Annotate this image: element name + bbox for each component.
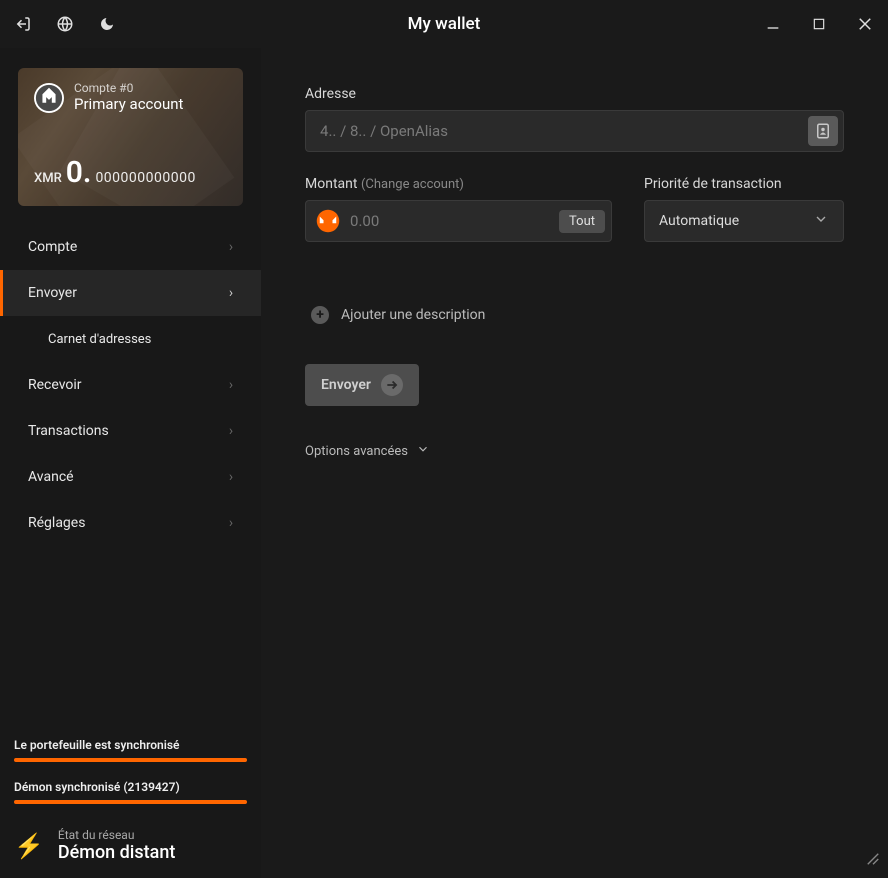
account-name: Primary account xyxy=(74,96,183,113)
priority-field: Priorité de transaction Automatique xyxy=(644,176,844,242)
send-button[interactable]: Envoyer xyxy=(305,364,419,406)
bolt-icon: ⚡ xyxy=(14,832,44,860)
amount-field: Montant (Change account) Tout xyxy=(305,176,612,242)
advanced-options-label: Options avancées xyxy=(305,444,408,459)
nav-compte[interactable]: Compte › xyxy=(0,224,261,270)
nav-label: Envoyer xyxy=(28,285,77,301)
maximize-icon[interactable] xyxy=(810,15,828,33)
minimize-icon[interactable] xyxy=(764,15,782,33)
nav-label: Carnet d'adresses xyxy=(48,332,151,347)
nav-reglages[interactable]: Réglages › xyxy=(0,500,261,546)
network-status[interactable]: ⚡ État du réseau Démon distant xyxy=(14,822,247,864)
chevron-down-icon xyxy=(416,442,430,460)
monero-logo-icon xyxy=(34,83,64,113)
send-button-label: Envoyer xyxy=(321,377,371,393)
address-input[interactable] xyxy=(305,110,844,152)
sidebar: Compte #0 Primary account XMR 0. 0000000… xyxy=(0,48,261,878)
wallet-sync-bar xyxy=(14,758,247,762)
nav-label: Recevoir xyxy=(28,377,82,393)
nav-recevoir[interactable]: Recevoir › xyxy=(0,362,261,408)
chevron-right-icon: › xyxy=(229,515,233,531)
nav-avance[interactable]: Avancé › xyxy=(0,454,261,500)
all-button[interactable]: Tout xyxy=(559,210,605,233)
add-description-button[interactable]: + Ajouter une description xyxy=(311,306,844,324)
logout-icon[interactable] xyxy=(14,15,32,33)
plus-icon: + xyxy=(311,306,329,324)
nav-label: Compte xyxy=(28,239,77,255)
window-title: My wallet xyxy=(408,14,481,34)
account-number: Compte #0 xyxy=(74,82,183,96)
balance-integer: 0. xyxy=(66,155,92,190)
resize-grip-icon[interactable] xyxy=(866,851,880,870)
amount-input[interactable] xyxy=(340,212,559,230)
address-field: Adresse xyxy=(305,86,844,152)
close-icon[interactable] xyxy=(856,15,874,33)
chevron-right-icon: › xyxy=(229,423,233,439)
amount-label: Montant (Change account) xyxy=(305,176,612,192)
address-book-button[interactable] xyxy=(808,116,838,146)
chevron-down-icon xyxy=(813,211,829,231)
titlebar-left-controls xyxy=(14,15,116,33)
nav-envoyer[interactable]: Envoyer › xyxy=(0,270,261,316)
daemon-sync-status: Démon synchronisé (2139427) xyxy=(14,780,247,804)
address-label: Adresse xyxy=(305,86,844,102)
nav-label: Avancé xyxy=(28,469,74,485)
wallet-sync-label: Le portefeuille est synchronisé xyxy=(14,738,247,752)
priority-value: Automatique xyxy=(659,213,739,229)
chevron-right-icon: › xyxy=(229,285,233,301)
titlebar: My wallet xyxy=(0,0,888,48)
content-pane: Adresse Montant (Change account) xyxy=(261,48,888,878)
nav-carnet[interactable]: Carnet d'adresses xyxy=(0,316,261,362)
chevron-right-icon: › xyxy=(229,469,233,485)
monero-icon xyxy=(316,209,340,233)
wallet-sync-status: Le portefeuille est synchronisé xyxy=(14,738,247,762)
daemon-sync-label: Démon synchronisé (2139427) xyxy=(14,780,247,794)
network-status-label: État du réseau xyxy=(58,828,175,842)
moon-icon[interactable] xyxy=(98,15,116,33)
contact-icon xyxy=(814,122,832,140)
advanced-options-toggle[interactable]: Options avancées xyxy=(305,442,844,460)
titlebar-right-controls xyxy=(764,15,874,33)
nav-label: Transactions xyxy=(28,423,109,439)
chevron-right-icon: › xyxy=(229,377,233,393)
add-description-label: Ajouter une description xyxy=(341,307,485,323)
arrow-right-icon xyxy=(381,374,403,396)
nav-label: Réglages xyxy=(28,515,85,531)
nav-transactions[interactable]: Transactions › xyxy=(0,408,261,454)
balance-decimal: 000000000000 xyxy=(95,170,195,186)
sidebar-nav: Compte › Envoyer › Carnet d'adresses Rec… xyxy=(0,224,261,546)
priority-select[interactable]: Automatique xyxy=(644,200,844,242)
globe-icon[interactable] xyxy=(56,15,74,33)
daemon-sync-bar xyxy=(14,800,247,804)
chevron-right-icon: › xyxy=(229,239,233,255)
balance-currency: XMR xyxy=(34,171,62,186)
account-card[interactable]: Compte #0 Primary account XMR 0. 0000000… xyxy=(18,68,243,206)
change-account-link[interactable]: (Change account) xyxy=(361,177,464,192)
priority-label: Priorité de transaction xyxy=(644,176,844,192)
network-status-value: Démon distant xyxy=(58,842,175,864)
